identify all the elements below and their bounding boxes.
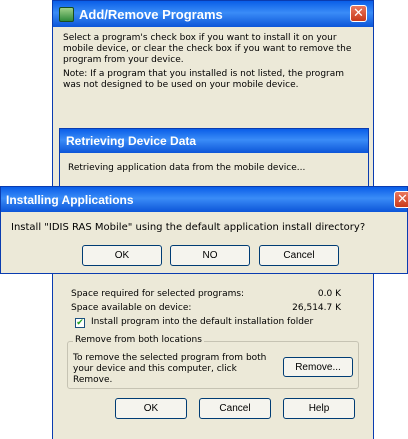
install-no-button[interactable]: NO bbox=[170, 245, 250, 266]
app-icon bbox=[59, 6, 74, 22]
retrieving-title-bar[interactable]: Retrieving Device Data bbox=[60, 129, 368, 153]
space-required-label: Space required for selected programs: bbox=[71, 289, 245, 299]
title-bar[interactable]: Add/Remove Programs bbox=[53, 1, 373, 27]
intro-text: Select a program's check box if you want… bbox=[63, 33, 352, 65]
space-available-value: 26,514.7 K bbox=[292, 303, 341, 313]
install-close-icon[interactable]: ✕ bbox=[394, 191, 408, 208]
group-text: To remove the selected program from both… bbox=[73, 353, 267, 385]
help-button[interactable]: Help bbox=[283, 398, 355, 419]
install-default-checkbox[interactable]: ✔ bbox=[75, 318, 85, 328]
space-required-value: 0.0 K bbox=[317, 289, 341, 299]
install-ok-button[interactable]: OK bbox=[82, 245, 162, 266]
space-available-label: Space available on device: bbox=[71, 303, 192, 313]
install-default-label: Install program into the default install… bbox=[91, 317, 314, 327]
cancel-button[interactable]: Cancel bbox=[199, 398, 271, 419]
close-icon[interactable]: ✕ bbox=[350, 5, 367, 22]
note-text: Note: If a program that you installed is… bbox=[63, 69, 345, 90]
install-message: Install "IDIS RAS Mobile" using the defa… bbox=[11, 222, 366, 233]
install-title-bar[interactable]: Installing Applications bbox=[1, 187, 407, 212]
window-title: Add/Remove Programs bbox=[79, 6, 223, 22]
group-title: Remove from both locations bbox=[73, 335, 204, 346]
installing-applications-dialog: Installing Applications ✕ Install "IDIS … bbox=[0, 186, 408, 274]
install-title: Installing Applications bbox=[6, 192, 134, 207]
remove-button[interactable]: Remove... bbox=[283, 357, 353, 377]
install-cancel-button[interactable]: Cancel bbox=[259, 245, 339, 266]
retrieving-message: Retrieving application data from the mob… bbox=[68, 163, 306, 173]
retrieving-title: Retrieving Device Data bbox=[66, 134, 197, 148]
ok-button[interactable]: OK bbox=[115, 398, 187, 419]
retrieving-dialog: Retrieving Device Data Retrieving applic… bbox=[59, 128, 369, 188]
